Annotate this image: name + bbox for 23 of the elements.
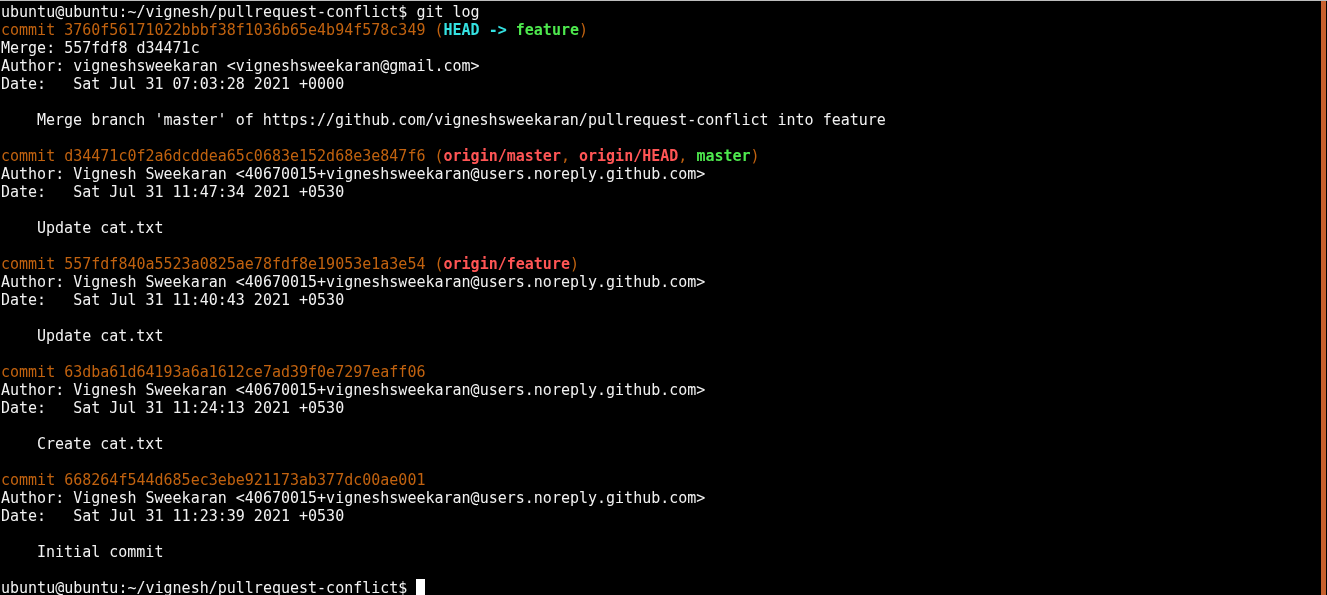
date-line: Date: Sat Jul 31 11:23:39 2021 +0530 <box>1 507 345 525</box>
date-line: Date: Sat Jul 31 07:03:28 2021 +0000 <box>1 75 345 93</box>
merge-line: Merge: 557fdf8 d34471c <box>1 39 200 57</box>
author-line: Author: Vignesh Sweekaran <40670015+vigneshsweekaran@users.noreply.github.com> <box>1 165 706 183</box>
commit-message: Merge branch 'master' of https://github.com/vigneshsweekaran/pullrequest-conflict into feature <box>36 111 886 129</box>
author-line: Author: Vignesh Sweekaran <40670015+vigneshsweekaran@users.noreply.github.com> <box>1 489 706 507</box>
date-line: Date: Sat Jul 31 11:24:13 2021 +0530 <box>1 399 345 417</box>
commit-line: commit 557fdf840a5523a0825ae78fdf8e19053e1a3e54 (origin/feature) <box>1 255 579 273</box>
author-line: Author: Vignesh Sweekaran <40670015+vigneshsweekaran@users.noreply.github.com> <box>1 381 706 399</box>
commit-message: Update cat.txt <box>36 219 164 237</box>
scrollbar[interactable] <box>1321 1 1326 595</box>
prompt-line: ubuntu@ubuntu:~/vignesh/pullrequest-conflict$ git log <box>1 3 480 21</box>
date-line: Date: Sat Jul 31 11:47:34 2021 +0530 <box>1 183 345 201</box>
commit-line: commit 63dba61d64193a6a1612ce7ad39f0e7297eaff06 <box>1 363 426 381</box>
commit-line: commit 668264f544d685ec3ebe921173ab377dc00ae001 <box>1 471 426 489</box>
author-line: Author: vigneshsweekaran <vigneshsweekaran@gmail.com> <box>1 57 480 75</box>
commit-message: Update cat.txt <box>36 327 164 345</box>
date-line: Date: Sat Jul 31 11:40:43 2021 +0530 <box>1 291 345 309</box>
commit-message: Initial commit <box>36 543 164 561</box>
commit-line: commit d34471c0f2a6dcddea65c0683e152d68e3e847f6 (origin/master, origin/HEAD, master) <box>1 147 760 165</box>
commit-message: Create cat.txt <box>36 435 164 453</box>
author-line: Author: Vignesh Sweekaran <40670015+vigneshsweekaran@users.noreply.github.com> <box>1 273 706 291</box>
commit-line: commit 3760f56171022bbbf38f1036b65e4b94f578c349 (HEAD -> feature) <box>1 21 588 39</box>
